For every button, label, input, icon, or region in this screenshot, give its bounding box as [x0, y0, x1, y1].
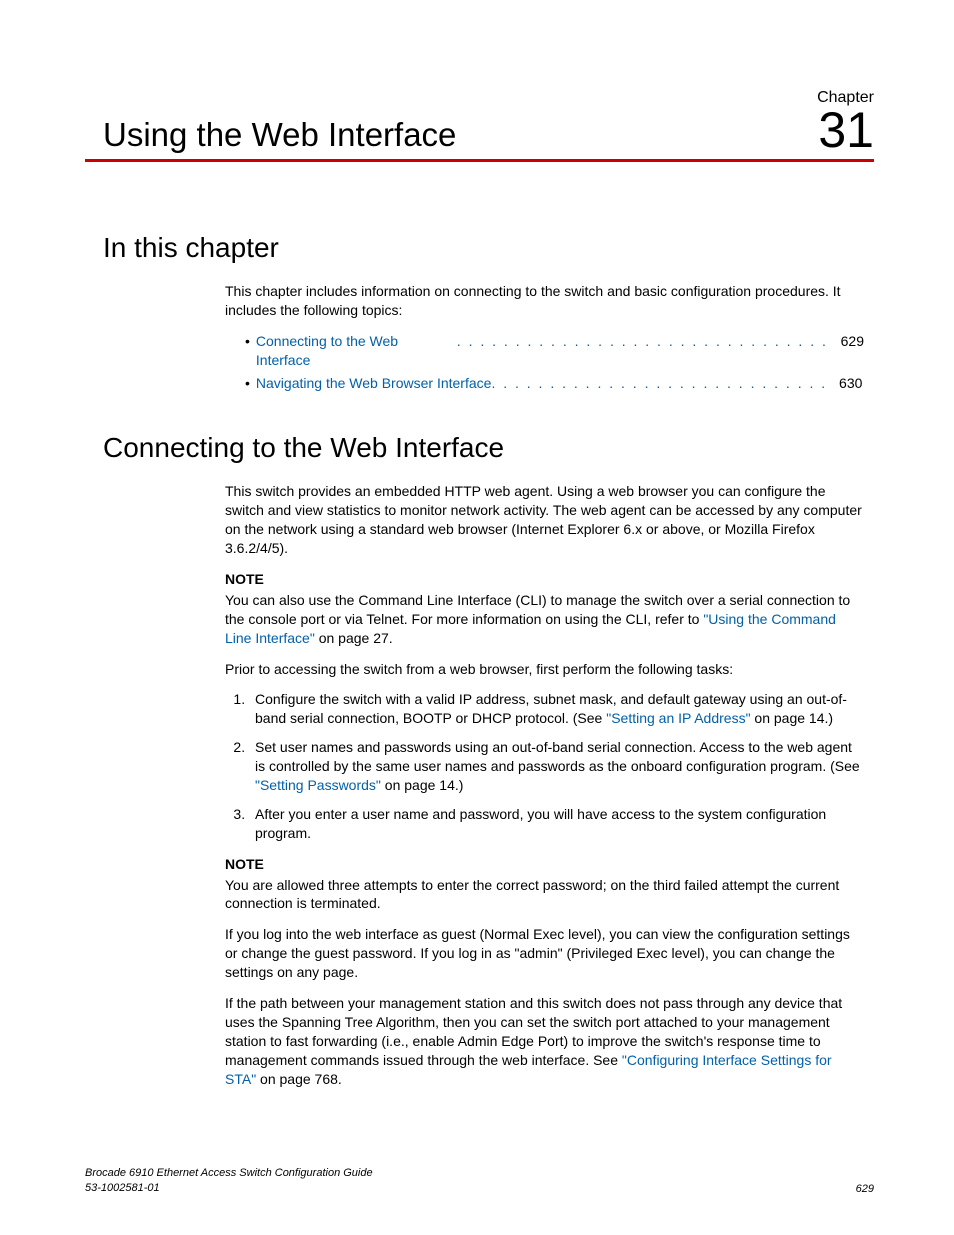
steps-list: Configure the switch with a valid IP add… — [225, 690, 864, 842]
footer-left: Brocade 6910 Ethernet Access Switch Conf… — [85, 1166, 373, 1195]
step-item: Set user names and passwords using an ou… — [249, 738, 864, 795]
footer-title: Brocade 6910 Ethernet Access Switch Conf… — [85, 1166, 373, 1180]
bullet-icon: • — [245, 332, 250, 351]
step-text: Set user names and passwords using an ou… — [255, 739, 860, 774]
section-heading-in-this-chapter: In this chapter — [103, 232, 874, 264]
intro-block: This chapter includes information on con… — [225, 282, 864, 392]
intro-paragraph: This chapter includes information on con… — [225, 282, 864, 320]
footer-docnum: 53-1002581-01 — [85, 1181, 373, 1195]
note-paragraph: You are allowed three attempts to enter … — [225, 876, 864, 914]
chapter-number-block: Chapter 31 — [817, 90, 874, 153]
paragraph: If you log into the web interface as gue… — [225, 925, 864, 982]
toc-item: • Connecting to the Web Interface . . . … — [245, 332, 864, 370]
connecting-block: This switch provides an embedded HTTP we… — [225, 482, 864, 1088]
paragraph-text-after: on page 768. — [256, 1071, 342, 1087]
link-setting-passwords[interactable]: "Setting Passwords" — [255, 777, 381, 793]
step-item: Configure the switch with a valid IP add… — [249, 690, 864, 728]
step-text-after: on page 14.) — [381, 777, 464, 793]
section-heading-connecting: Connecting to the Web Interface — [103, 432, 874, 464]
toc-page: 629 — [841, 332, 864, 351]
note-label: NOTE — [225, 855, 864, 874]
toc-link-navigating[interactable]: Navigating the Web Browser Interface — [256, 374, 492, 393]
document-page: Using the Web Interface Chapter 31 In th… — [0, 0, 954, 1235]
step-item: After you enter a user name and password… — [249, 805, 864, 843]
paragraph: This switch provides an embedded HTTP we… — [225, 482, 864, 558]
paragraph: If the path between your management stat… — [225, 994, 864, 1088]
page-footer: Brocade 6910 Ethernet Access Switch Conf… — [85, 1166, 874, 1195]
link-setting-ip[interactable]: "Setting an IP Address" — [606, 710, 750, 726]
footer-page-number: 629 — [856, 1183, 874, 1195]
toc-page: 630 — [839, 374, 862, 393]
chapter-title: Using the Web Interface — [103, 118, 456, 151]
note-paragraph: You can also use the Command Line Interf… — [225, 591, 864, 648]
chapter-number: 31 — [818, 102, 874, 158]
toc-list: • Connecting to the Web Interface . . . … — [225, 332, 864, 393]
toc-item: • Navigating the Web Browser Interface .… — [245, 374, 864, 393]
bullet-icon: • — [245, 374, 250, 393]
toc-link-connecting[interactable]: Connecting to the Web Interface — [256, 332, 451, 370]
toc-leader: . . . . . . . . . . . . . . . . . . . . … — [491, 374, 833, 393]
toc-leader: . . . . . . . . . . . . . . . . . . . . … — [451, 332, 835, 351]
note-label: NOTE — [225, 570, 864, 589]
note-text-after: on page 27. — [315, 630, 393, 646]
paragraph: Prior to accessing the switch from a web… — [225, 660, 864, 679]
step-text-after: on page 14.) — [751, 710, 834, 726]
chapter-header: Using the Web Interface Chapter 31 — [85, 90, 874, 162]
